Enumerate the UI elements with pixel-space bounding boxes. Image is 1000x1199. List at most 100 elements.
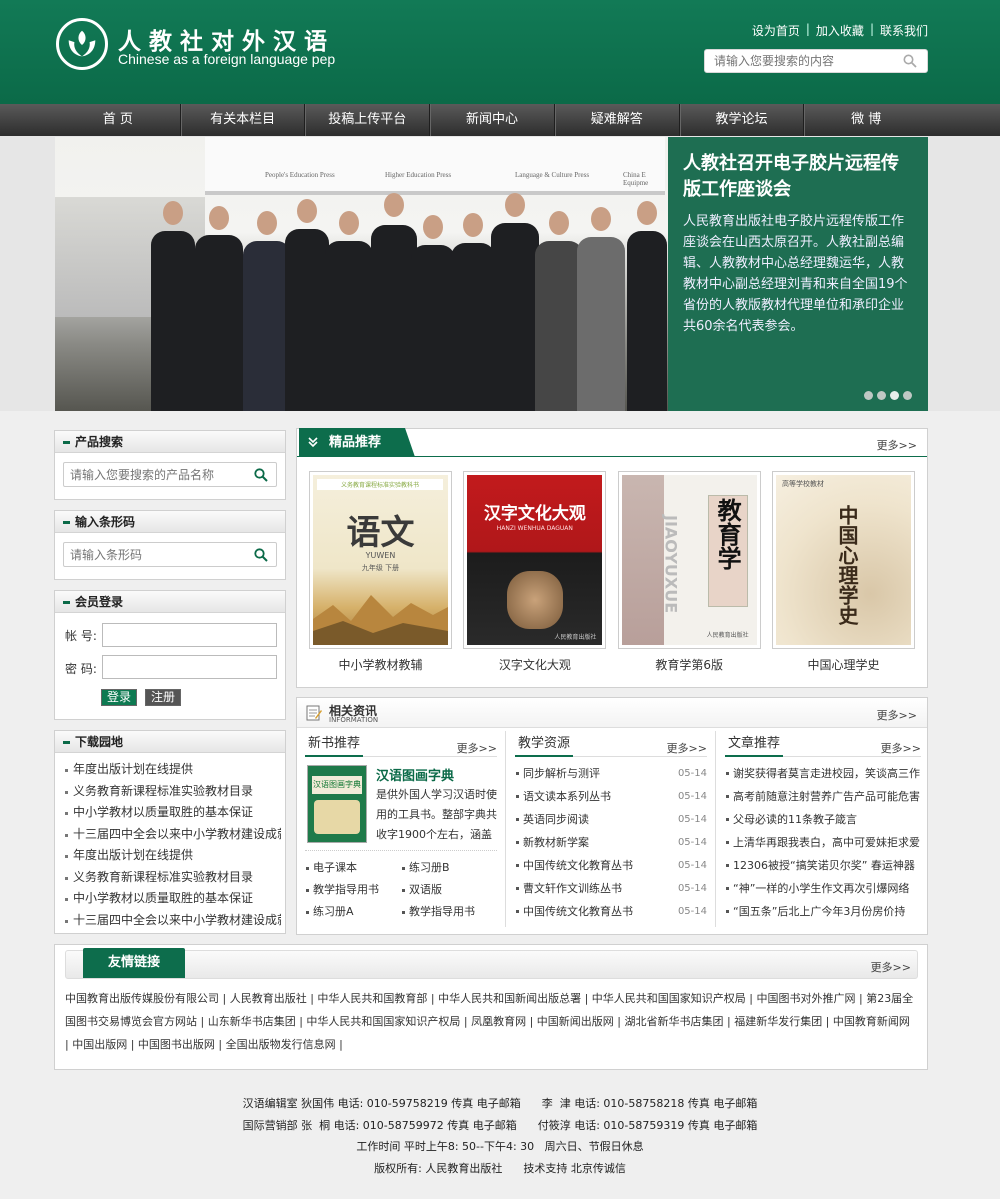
featured-book-cover[interactable]: 汉语图画字典 — [307, 765, 367, 843]
search-icon[interactable] — [254, 548, 268, 562]
resource-item[interactable]: 中国传统文化教育丛书 05-14 — [515, 854, 707, 877]
featured-book: 汉语图画字典 汉语图画字典 是供外国人学习汉语时使用的工具书。整部字典共收字19… — [305, 757, 497, 851]
download-item[interactable]: 义务教育新课程标准实验教材目录 — [63, 867, 281, 889]
login-button[interactable]: 登录 — [101, 689, 138, 706]
download-item[interactable]: 年度出版计划在线提供 — [63, 845, 281, 867]
book-name[interactable]: 汉字文化大观 — [463, 656, 606, 673]
cover-art: 义务教育课程标准实验教科书 语文 YUWEN 九年级 下册 — [313, 475, 448, 645]
nav-forum[interactable]: 教学论坛 — [680, 104, 805, 136]
article-item[interactable]: “神”一样的小学生作文再次引爆网络 — [725, 877, 921, 900]
book-cover[interactable]: 义务教育课程标准实验教科书 语文 YUWEN 九年级 下册 — [309, 471, 452, 649]
banner-slideshow[interactable]: People's Education Press Higher Educatio… — [55, 137, 928, 411]
articles-more-link[interactable]: 更多>> — [881, 740, 921, 756]
cover-grade: 九年级 下册 — [361, 564, 400, 572]
article-item[interactable]: 上清华再跟我表白，高中可爱妹拒求爱 — [725, 831, 921, 854]
banner-title[interactable]: 人教社召开电子胶片远程传版工作座谈会 — [683, 151, 914, 203]
new-book-link[interactable]: 练习册A — [305, 901, 401, 923]
friend-links-title[interactable]: 友情链接 — [83, 948, 185, 978]
friend-links-text[interactable]: 中国教育出版传媒股份有限公司 | 人民教育出版社 | 中华人民共和国教育部 | … — [65, 987, 917, 1056]
new-book-link[interactable]: 教学指导用书 — [401, 901, 497, 923]
book-name[interactable]: 中小学教材教辅 — [309, 656, 452, 673]
nav-news[interactable]: 新闻中心 — [430, 104, 555, 136]
password-input[interactable] — [102, 655, 277, 679]
resource-item[interactable]: 曹文轩作文训练丛书 05-14 — [515, 877, 707, 900]
news-subtitle: INFORMATION — [329, 716, 379, 724]
contact-us-link[interactable]: 联系我们 — [880, 22, 928, 39]
resource-item[interactable]: 新教材新学案 05-14 — [515, 831, 707, 854]
new-book-link[interactable]: 练习册B — [401, 857, 497, 879]
resource-item[interactable]: 英语同步阅读 05-14 — [515, 808, 707, 831]
book-cover[interactable]: 汉字文化大观 HANZI WENHUA DAGUAN 人民教育出版社 — [463, 471, 607, 649]
person — [285, 199, 329, 411]
book-card[interactable]: 汉字文化大观 HANZI WENHUA DAGUAN 人民教育出版社 汉字文化大… — [463, 471, 607, 673]
search-icon[interactable] — [254, 468, 268, 482]
friend-links-bar: 更多>> — [65, 950, 918, 979]
new-books-column: 新书推荐 更多>> 汉语图画字典 汉语图画字典 是供外国人学习汉语时使用的工具书… — [305, 731, 497, 927]
news-more-link[interactable]: 更多>> — [877, 707, 917, 723]
product-search-panel: 产品搜索 — [54, 430, 286, 500]
add-favorite-link[interactable]: 加入收藏 — [816, 22, 864, 39]
slide-dot[interactable] — [890, 391, 899, 400]
featured-book-desc: 是供外国人学习汉语时使用的工具书。整部字典共收字1900个左右，涵盖了 — [376, 788, 497, 841]
nav-submit[interactable]: 投稿上传平台 — [305, 104, 431, 136]
news-panel: 相关资讯 INFORMATION 更多>> 新书推荐 更多>> 汉语图画字典 汉… — [296, 697, 928, 935]
slide-dot[interactable] — [877, 391, 886, 400]
download-item[interactable]: 义务教育新课程标准实验教材目录 — [63, 781, 281, 803]
new-books-title[interactable]: 新书推荐 — [305, 731, 364, 757]
resource-item[interactable]: 中国传统文化教育丛书 05-14 — [515, 900, 707, 923]
barcode-input[interactable] — [64, 543, 244, 566]
resource-date: 05-14 — [677, 860, 707, 871]
banner-photo[interactable]: People's Education Press Higher Educatio… — [55, 137, 668, 411]
new-book-link[interactable]: 电子课本 — [305, 857, 401, 879]
cover-art: 教育学 JIAOYUXUE 人民教育出版社 — [621, 475, 757, 645]
book-name[interactable]: 中国心理学史 — [772, 656, 915, 673]
new-book-link[interactable]: 教学指导用书 — [305, 879, 401, 901]
resource-item[interactable]: 同步解析与测评 05-14 — [515, 762, 707, 785]
book-card[interactable]: 教育学 JIAOYUXUE 人民教育出版社 教育学第6版 — [617, 471, 761, 673]
product-search-title: 产品搜索 — [55, 431, 285, 453]
nav-home[interactable]: 首 页 — [56, 104, 181, 136]
article-item[interactable]: “国五条”后北上广今年3月份房价持 — [725, 900, 921, 923]
new-book-link[interactable]: 双语版 — [401, 879, 497, 901]
person — [195, 206, 243, 411]
nav-about[interactable]: 有关本栏目 — [181, 104, 306, 136]
account-label: 帐 号: — [65, 629, 97, 643]
download-item[interactable]: 中小学教材以质量取胜的基本保证 — [63, 802, 281, 824]
download-item[interactable]: 十三届四中全会以来中小学教材建设成就 — [63, 910, 281, 932]
nav-faq[interactable]: 疑难解答 — [555, 104, 680, 136]
book-name[interactable]: 教育学第6版 — [618, 656, 761, 673]
articles-title[interactable]: 文章推荐 — [725, 731, 784, 757]
product-search-input[interactable] — [64, 463, 244, 486]
slide-dot[interactable] — [864, 391, 873, 400]
cover-sub: YUWEN — [365, 551, 396, 560]
products-tab[interactable]: 精品推荐 — [299, 428, 415, 457]
article-item[interactable]: 谢奖获得者莫言走进校园，笑谈高三作 — [725, 762, 921, 785]
products-panel: 精品推荐 更多>> 义务教育课程标准实验教科书 语文 YUWEN 九年级 下册 … — [296, 428, 928, 688]
article-item[interactable]: 父母必读的11条教子箴言 — [725, 808, 921, 831]
new-books-more-link[interactable]: 更多>> — [457, 740, 497, 756]
download-item[interactable]: 中小学教材以质量取胜的基本保证 — [63, 888, 281, 910]
resources-title[interactable]: 教学资源 — [515, 731, 574, 757]
book-card[interactable]: 高等学校教材 中国心理学史 中国心理学史 — [771, 471, 915, 673]
book-cover[interactable]: 高等学校教材 中国心理学史 — [771, 471, 915, 649]
logo-emblem-icon[interactable] — [56, 18, 108, 70]
booth-label: Higher Education Press — [385, 171, 452, 179]
featured-book-title[interactable]: 汉语图画字典 — [376, 765, 454, 784]
resources-more-link[interactable]: 更多>> — [667, 740, 707, 756]
article-item[interactable]: 12306被授“搞笑诺贝尔奖” 春运神器 — [725, 854, 921, 877]
nav-weibo[interactable]: 微 博 — [804, 104, 928, 136]
friend-links-more-link[interactable]: 更多>> — [871, 959, 911, 975]
book-card[interactable]: 义务教育课程标准实验教科书 语文 YUWEN 九年级 下册 中小学教材教辅 — [309, 471, 452, 673]
download-item[interactable]: 年度出版计划在线提供 — [63, 759, 281, 781]
download-item[interactable]: 十三届四中全会以来中小学教材建设成就 — [63, 824, 281, 846]
register-button[interactable]: 注册 — [145, 689, 182, 706]
header-search-input[interactable] — [705, 50, 885, 72]
book-cover[interactable]: 教育学 JIAOYUXUE 人民教育出版社 — [617, 471, 761, 649]
set-homepage-link[interactable]: 设为首页 — [752, 22, 800, 39]
search-icon[interactable] — [903, 54, 917, 68]
products-more-link[interactable]: 更多>> — [877, 437, 917, 453]
slide-dot[interactable] — [903, 391, 912, 400]
resource-item[interactable]: 语文读本系列丛书 05-14 — [515, 785, 707, 808]
article-item[interactable]: 高考前随意注射营养广告产品可能危害 — [725, 785, 921, 808]
account-input[interactable] — [102, 623, 277, 647]
